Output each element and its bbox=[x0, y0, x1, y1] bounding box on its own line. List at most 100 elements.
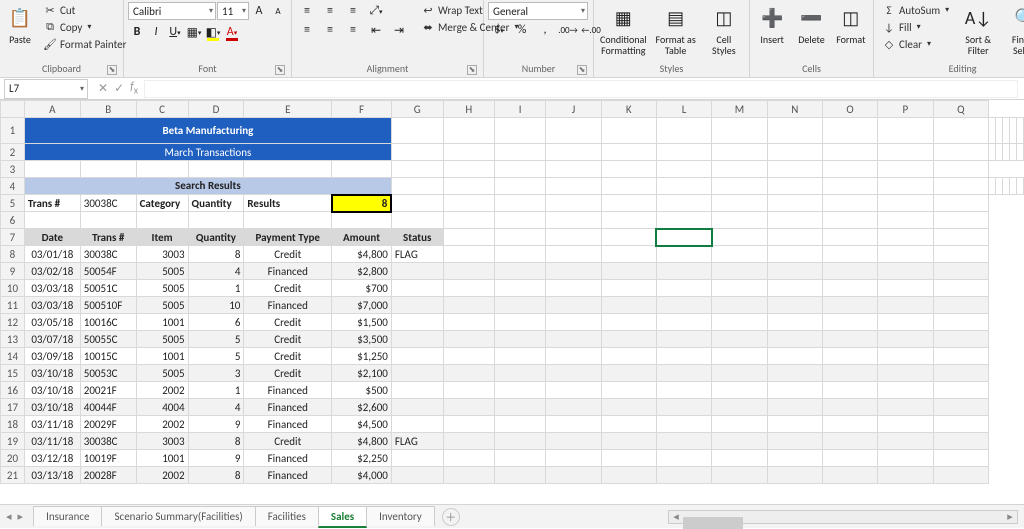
row-header-6[interactable]: 6 bbox=[1, 212, 25, 229]
cell-date[interactable]: 03/10/18 bbox=[24, 382, 80, 399]
cell[interactable] bbox=[443, 212, 494, 229]
cell[interactable] bbox=[822, 450, 877, 467]
cell[interactable] bbox=[933, 297, 988, 314]
select-all-cell[interactable] bbox=[1, 101, 25, 118]
cell[interactable] bbox=[494, 467, 545, 484]
cell[interactable] bbox=[601, 178, 656, 195]
insert-cells-button[interactable]: ➕Insert bbox=[754, 2, 790, 47]
cell[interactable] bbox=[712, 263, 767, 280]
cell[interactable] bbox=[878, 280, 933, 297]
cell-amt[interactable]: $2,800 bbox=[332, 263, 392, 280]
search-trans-label[interactable]: Trans # bbox=[24, 195, 80, 212]
delete-cells-button[interactable]: ➖Delete bbox=[793, 2, 829, 47]
cell[interactable] bbox=[767, 348, 822, 365]
cell[interactable] bbox=[712, 450, 767, 467]
cell[interactable] bbox=[391, 212, 443, 229]
cell[interactable] bbox=[656, 229, 711, 246]
cut-button[interactable]: ✂Cut bbox=[39, 2, 130, 18]
cell-amt[interactable]: $4,000 bbox=[332, 467, 392, 484]
cell-qty[interactable]: 6 bbox=[188, 314, 244, 331]
fill-color-button[interactable]: ◧▾ bbox=[204, 23, 222, 41]
clear-button[interactable]: ◇Clear▾ bbox=[878, 36, 953, 52]
cell-pay[interactable]: Credit bbox=[244, 365, 332, 382]
cell[interactable] bbox=[494, 280, 545, 297]
cell[interactable] bbox=[656, 399, 711, 416]
underline-button[interactable]: U▾ bbox=[166, 23, 184, 41]
cell[interactable] bbox=[656, 144, 711, 161]
cell[interactable] bbox=[1010, 118, 1017, 144]
cell-trans[interactable]: 20029F bbox=[80, 416, 136, 433]
col-header-A[interactable]: A bbox=[24, 101, 80, 118]
cell[interactable] bbox=[443, 348, 494, 365]
cell[interactable] bbox=[656, 118, 711, 144]
cell[interactable] bbox=[443, 195, 494, 212]
cell[interactable] bbox=[601, 467, 656, 484]
cell[interactable] bbox=[546, 416, 601, 433]
cell[interactable] bbox=[712, 382, 767, 399]
cell[interactable] bbox=[546, 382, 601, 399]
row-header-17[interactable]: 17 bbox=[1, 399, 25, 416]
cell[interactable] bbox=[767, 399, 822, 416]
cell-trans[interactable]: 10019F bbox=[80, 450, 136, 467]
cell[interactable] bbox=[822, 246, 877, 263]
row-header-1[interactable]: 1 bbox=[1, 118, 25, 144]
cell[interactable] bbox=[822, 382, 877, 399]
border-button[interactable]: ▦▾ bbox=[185, 23, 203, 41]
cell[interactable] bbox=[136, 212, 188, 229]
cell[interactable] bbox=[712, 314, 767, 331]
cell[interactable] bbox=[656, 314, 711, 331]
find-select-button[interactable]: 🔍Find & Select bbox=[1003, 2, 1024, 58]
cell-qty[interactable]: 5 bbox=[188, 348, 244, 365]
cell[interactable] bbox=[546, 229, 601, 246]
paste-button[interactable]: 📋 Paste bbox=[4, 2, 36, 47]
cell[interactable] bbox=[1010, 144, 1017, 161]
cell[interactable] bbox=[443, 433, 494, 450]
col-header-Q[interactable]: Q bbox=[933, 101, 988, 118]
cell[interactable] bbox=[546, 212, 601, 229]
cell[interactable] bbox=[601, 263, 656, 280]
cell[interactable] bbox=[878, 450, 933, 467]
cell-date[interactable]: 03/07/18 bbox=[24, 331, 80, 348]
cell[interactable] bbox=[601, 314, 656, 331]
cell[interactable] bbox=[443, 416, 494, 433]
cell[interactable] bbox=[601, 195, 656, 212]
cell[interactable] bbox=[546, 178, 601, 195]
cell[interactable] bbox=[712, 195, 767, 212]
cell-pay[interactable]: Financed bbox=[244, 416, 332, 433]
cell-amt[interactable]: $1,500 bbox=[332, 314, 392, 331]
cell[interactable] bbox=[767, 416, 822, 433]
row-header-4[interactable]: 4 bbox=[1, 178, 25, 195]
company-title[interactable]: Beta Manufacturing bbox=[24, 118, 391, 144]
font-color-button[interactable]: A▾ bbox=[223, 23, 241, 41]
cell[interactable] bbox=[822, 144, 877, 161]
cell[interactable] bbox=[601, 382, 656, 399]
cell[interactable] bbox=[332, 161, 392, 178]
cell[interactable] bbox=[494, 161, 545, 178]
row-header-21[interactable]: 21 bbox=[1, 467, 25, 484]
cell-qty[interactable]: 1 bbox=[188, 382, 244, 399]
cell[interactable] bbox=[712, 467, 767, 484]
cell-trans[interactable]: 10015C bbox=[80, 348, 136, 365]
cell[interactable] bbox=[767, 246, 822, 263]
cell-amt[interactable]: $4,800 bbox=[332, 433, 392, 450]
search-quantity-label[interactable]: Quantity bbox=[188, 195, 244, 212]
cell[interactable] bbox=[712, 161, 767, 178]
cell[interactable] bbox=[712, 399, 767, 416]
cell[interactable] bbox=[443, 118, 494, 144]
cell-amt[interactable]: $500 bbox=[332, 382, 392, 399]
cell-status[interactable] bbox=[391, 399, 443, 416]
cell[interactable] bbox=[656, 365, 711, 382]
cell-trans[interactable]: 50053C bbox=[80, 365, 136, 382]
cell[interactable] bbox=[546, 280, 601, 297]
cell[interactable] bbox=[767, 433, 822, 450]
cell[interactable] bbox=[443, 297, 494, 314]
row-header-14[interactable]: 14 bbox=[1, 348, 25, 365]
cell[interactable] bbox=[1010, 178, 1017, 195]
cell[interactable] bbox=[546, 246, 601, 263]
cell[interactable] bbox=[933, 229, 988, 246]
cell[interactable] bbox=[767, 229, 822, 246]
cell[interactable] bbox=[878, 314, 933, 331]
row-header-19[interactable]: 19 bbox=[1, 433, 25, 450]
horizontal-scrollbar[interactable]: ◂▸ bbox=[668, 510, 1018, 524]
search-results-label[interactable]: Results bbox=[244, 195, 332, 212]
